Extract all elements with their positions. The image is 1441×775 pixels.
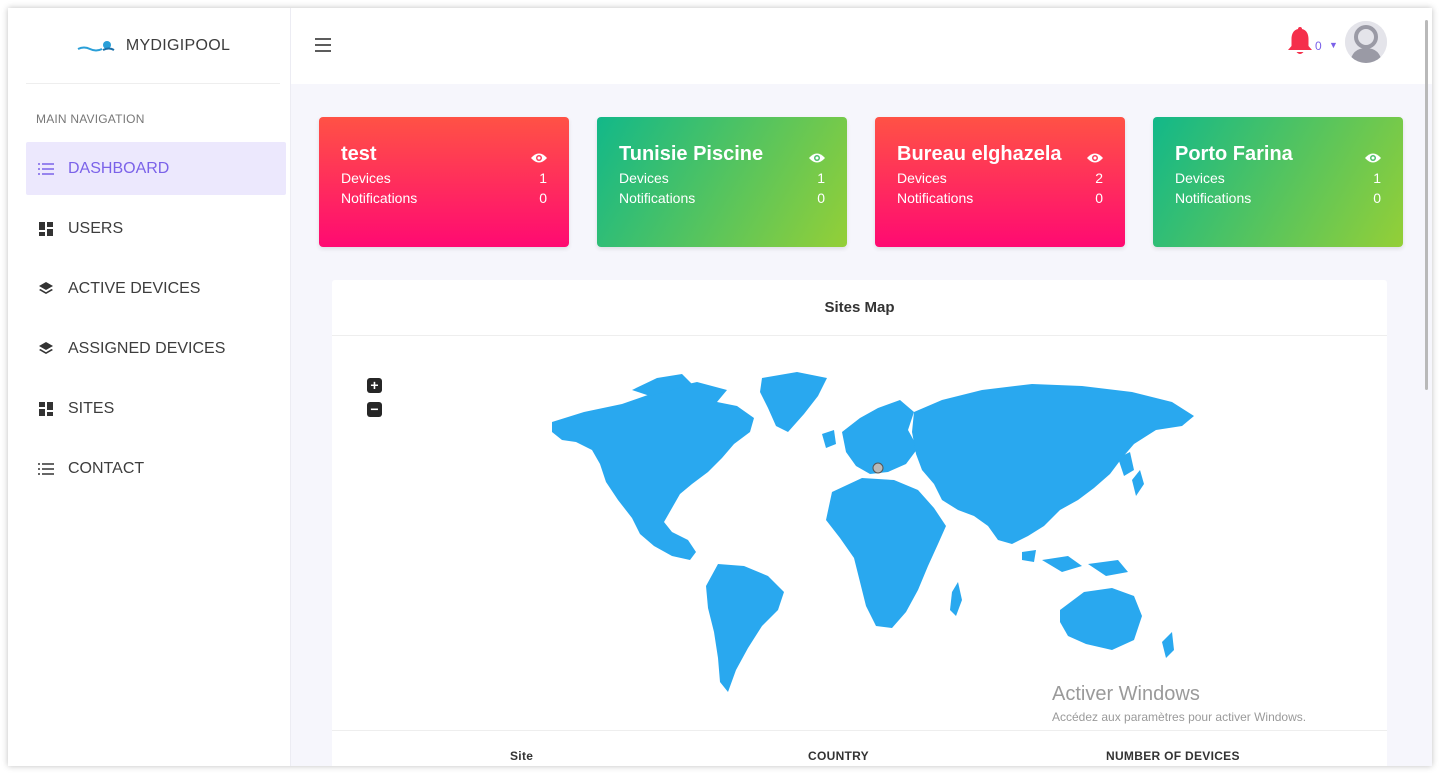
notifications-row: Notifications 0 — [1175, 190, 1381, 206]
wave-logo-icon — [76, 38, 116, 54]
site-card-title: test — [341, 143, 377, 165]
notifications-row: Notifications 0 — [619, 190, 825, 206]
zoom-out-button[interactable]: − — [367, 402, 382, 417]
devices-count: 1 — [817, 170, 825, 186]
notifications-label: Notifications — [341, 190, 418, 206]
sidebar: MYDIGIPOOL MAIN NAVIGATION DASHBOARD USE… — [8, 8, 291, 766]
hamburger-icon[interactable] — [315, 35, 331, 58]
devices-label: Devices — [341, 170, 391, 186]
column-header-site[interactable]: Site — [510, 749, 533, 763]
sidebar-item-label: ASSIGNED DEVICES — [68, 339, 226, 357]
caret-down-icon[interactable]: ▼ — [1329, 40, 1338, 50]
sidebar-item-label: ACTIVE DEVICES — [68, 279, 201, 297]
zoom-in-button[interactable]: + — [367, 378, 382, 393]
devices-label: Devices — [897, 170, 947, 186]
site-card[interactable]: Tunisie Piscine Devices 1 Notifications 0 — [597, 117, 847, 247]
notifications-count: 0 — [817, 190, 825, 206]
layers-icon — [38, 341, 54, 357]
devices-label: Devices — [619, 170, 669, 186]
main-navigation: DASHBOARD USERS ACTIVE DEVICES ASSIGNED … — [8, 142, 290, 495]
nav-header: MAIN NAVIGATION — [36, 112, 145, 126]
devices-row: Devices 1 — [619, 170, 825, 186]
notification-count[interactable]: 0 — [1315, 39, 1322, 53]
site-card-title: Bureau elghazela — [897, 143, 1062, 165]
notifications-count: 0 — [539, 190, 547, 206]
devices-label: Devices — [1175, 170, 1225, 186]
sidebar-item-active-devices[interactable]: ACTIVE DEVICES — [26, 262, 286, 315]
sidebar-item-contact[interactable]: CONTACT — [26, 442, 286, 495]
app-window: MYDIGIPOOL MAIN NAVIGATION DASHBOARD USE… — [8, 8, 1432, 766]
panel-title: Sites Map — [332, 280, 1387, 336]
sidebar-item-users[interactable]: USERS — [26, 202, 286, 255]
site-card[interactable]: Bureau elghazela Devices 2 Notifications 0 — [875, 117, 1125, 247]
sidebar-item-label: SITES — [68, 399, 115, 417]
sidebar-item-dashboard[interactable]: DASHBOARD — [26, 142, 286, 195]
column-header-country[interactable]: COUNTRY — [808, 749, 869, 763]
column-header-number-of-devices[interactable]: NUMBER OF DEVICES — [1106, 749, 1240, 763]
watermark-title: Activer Windows — [1052, 683, 1200, 705]
notifications-label: Notifications — [1175, 190, 1252, 206]
site-card[interactable]: test Devices 1 Notifications 0 — [319, 117, 569, 247]
eye-icon[interactable] — [809, 151, 825, 163]
watermark-subtitle: Accédez aux paramètres pour activer Wind… — [1052, 710, 1307, 724]
sidebar-item-label: USERS — [68, 219, 124, 237]
layers-icon — [38, 281, 54, 297]
scrollbar[interactable] — [1425, 20, 1428, 390]
devices-count: 2 — [1095, 170, 1103, 186]
site-card-title: Tunisie Piscine — [619, 143, 764, 165]
devices-row: Devices 1 — [1175, 170, 1381, 186]
site-marker — [872, 462, 884, 474]
list-icon — [38, 161, 54, 177]
windows-activation-watermark: Activer Windows Accédez aux paramètres p… — [1052, 683, 1306, 724]
eye-icon[interactable] — [1365, 151, 1381, 163]
sidebar-item-label: CONTACT — [68, 459, 145, 477]
notifications-count: 0 — [1373, 190, 1381, 206]
notifications-label: Notifications — [897, 190, 974, 206]
brand-name: MYDIGIPOOL — [125, 36, 231, 54]
avatar[interactable] — [1345, 21, 1387, 63]
bell-icon[interactable] — [1287, 26, 1313, 56]
list-icon — [38, 461, 54, 477]
sites-table-header: Site COUNTRY NUMBER OF DEVICES — [332, 730, 1387, 766]
grid-icon — [38, 221, 54, 237]
site-card[interactable]: Porto Farina Devices 1 Notifications 0 — [1153, 117, 1403, 247]
devices-row: Devices 1 — [341, 170, 547, 186]
world-map[interactable] — [522, 360, 1212, 710]
site-card-title: Porto Farina — [1175, 143, 1293, 165]
brand[interactable]: MYDIGIPOOL — [26, 8, 280, 84]
sidebar-item-label: DASHBOARD — [68, 159, 170, 177]
grid-icon — [38, 401, 54, 417]
eye-icon[interactable] — [1087, 151, 1103, 163]
topbar: 0 ▼ — [291, 8, 1432, 84]
devices-count: 1 — [1373, 170, 1381, 186]
notifications-label: Notifications — [619, 190, 696, 206]
notifications-row: Notifications 0 — [897, 190, 1103, 206]
devices-count: 1 — [539, 170, 547, 186]
notifications-count: 0 — [1095, 190, 1103, 206]
sidebar-item-assigned-devices[interactable]: ASSIGNED DEVICES — [26, 322, 286, 375]
eye-icon[interactable] — [531, 151, 547, 163]
sidebar-item-sites[interactable]: SITES — [26, 382, 286, 435]
devices-row: Devices 2 — [897, 170, 1103, 186]
notifications-row: Notifications 0 — [341, 190, 547, 206]
